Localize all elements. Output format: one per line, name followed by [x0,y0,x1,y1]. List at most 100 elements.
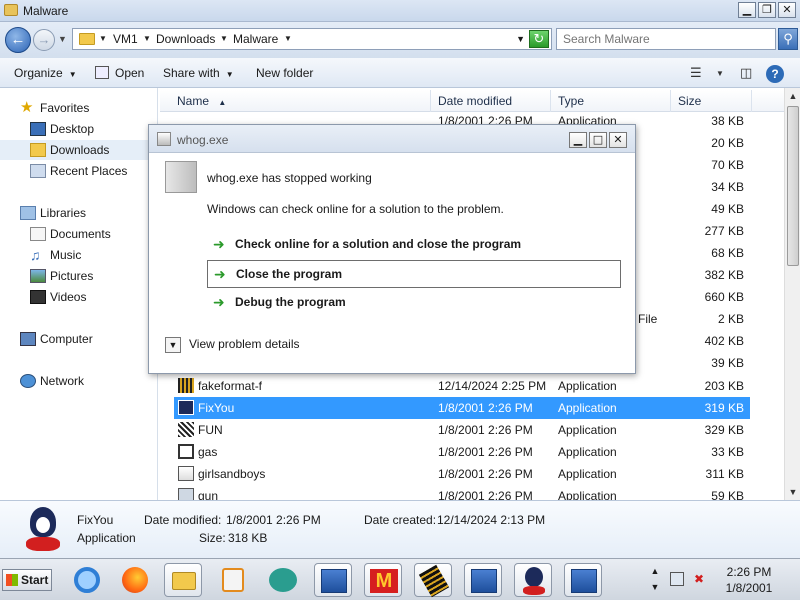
start-button[interactable]: Start [2,569,52,591]
maximize-button[interactable]: ❐ [758,2,776,18]
debug-program-option[interactable]: ➜ Debug the program [207,289,621,317]
close-button[interactable]: ✕ [778,2,796,18]
fixyou-taskbar-icon[interactable] [514,563,552,597]
nav-computer[interactable]: Computer [20,329,156,349]
file-size: 382 KB [704,268,744,282]
nav-documents[interactable]: Documents [30,224,156,244]
address-bar[interactable]: ▼ VM1 ▼ Downloads ▼ Malware ▼ ▼ ↻ [72,28,552,50]
close-program-option[interactable]: ➜ Close the program [207,260,621,288]
file-size: 311 KB [705,467,744,481]
mcdonalds-icon[interactable]: M [364,563,402,597]
chip-icon[interactable] [414,563,452,598]
scrollbar-thumb[interactable] [787,106,799,266]
address-history-dropdown[interactable]: ▼ [516,34,525,44]
chevron-right-icon[interactable]: ▼ [143,34,151,43]
app-icon-teal[interactable] [264,563,302,597]
volume-muted-icon[interactable]: ✖ [694,572,708,586]
nav-desktop[interactable]: Desktop [30,119,156,139]
nav-music[interactable]: ♫ Music [30,245,156,265]
dialog-close-button[interactable]: ✕ [609,132,627,148]
search-input[interactable] [557,29,747,49]
nav-downloads[interactable]: Downloads [0,140,156,160]
back-button[interactable]: ← [5,27,31,53]
table-row[interactable]: FUN 1/8/2001 2:26 PM Application 329 KB [174,419,750,441]
view-problem-details-toggle[interactable]: ▼ View problem details [165,337,300,353]
column-header-name[interactable]: Name ▲ [171,90,431,112]
minimize-button[interactable]: ▁ [738,2,756,18]
organize-button[interactable]: Organize ▼ [14,66,77,80]
chevron-right-icon[interactable]: ▼ [220,34,228,43]
forward-button[interactable]: → [33,29,55,51]
application-icon [178,466,194,481]
breadcrumb-malware[interactable]: Malware [233,32,278,46]
file-date: 1/8/2001 2:26 PM [438,467,533,481]
start-label: Start [21,573,49,587]
table-row[interactable]: gas 1/8/2001 2:26 PM Application 33 KB [174,441,750,463]
organize-label: Organize [14,66,63,80]
internet-explorer-icon[interactable] [68,563,106,597]
breadcrumb-vm1[interactable]: VM1 [113,32,138,46]
file-type: Application [558,379,617,393]
file-size: 203 KB [704,379,744,393]
table-row[interactable]: gun 1/8/2001 2:26 PM Application 59 KB [174,485,750,500]
network-tray-icon[interactable] [670,572,684,586]
documents-icon [30,227,46,241]
downloads-folder-icon [30,143,46,157]
column-header-size[interactable]: Size [672,90,752,112]
column-header-date-modified[interactable]: Date modified [432,90,551,112]
nav-libraries[interactable]: Libraries [20,203,156,223]
chevron-down-icon[interactable]: ▼ [716,69,724,78]
nav-recent-places[interactable]: Recent Places [30,161,156,181]
chevron-right-icon[interactable]: ▼ [99,34,107,43]
open-button[interactable]: Open [115,66,144,80]
nav-videos[interactable]: Videos [30,287,156,307]
view-options-icon[interactable]: ☰ [690,65,702,81]
search-icon[interactable]: ⚲ [778,28,798,50]
dialog-maximize-button[interactable]: □ [589,132,607,148]
search-box[interactable] [556,28,776,50]
error-dialog: whog.exe ▁ □ ✕ whog.exe has stopped work… [148,124,636,374]
navigation-bar: ← → ▼ ▼ VM1 ▼ Downloads ▼ Malware ▼ ▼ ↻ … [0,22,800,58]
file-type: Application [558,467,617,481]
vertical-scrollbar[interactable]: ▲ ▼ [784,88,800,500]
media-player-icon[interactable] [214,563,252,597]
scroll-up-button[interactable]: ▲ [785,88,800,104]
file-size: 70 KB [711,158,744,172]
nav-favorites[interactable]: ★ Favorites [20,98,156,118]
scroll-down-button[interactable]: ▼ [785,484,800,500]
application-icon [178,444,194,459]
file-size: 329 KB [704,423,744,437]
file-type: Application [558,445,617,459]
tray-scroll-buttons[interactable]: ▲ ▼ [648,563,662,597]
new-folder-button[interactable]: New folder [256,66,313,80]
app-icon-warning[interactable] [314,563,352,597]
table-row[interactable]: girlsandboys 1/8/2001 2:26 PM Applicatio… [174,463,750,485]
table-row[interactable]: fakeformat-f 12/14/2024 2:25 PM Applicat… [174,375,750,397]
chevron-down-icon[interactable]: ▼ [284,34,292,43]
windows-explorer-icon[interactable] [164,563,202,597]
dialog-heading: whog.exe has stopped working [207,171,372,185]
system-clock[interactable]: 2:26 PM 1/8/2001 [718,564,780,596]
file-type: Application [558,489,617,500]
details-date-created-label: Date created: [364,513,437,527]
share-with-button[interactable]: Share with ▼ [163,66,234,80]
table-row-selected[interactable]: FixYou 1/8/2001 2:26 PM Application 319 … [174,397,750,419]
firefox-icon[interactable] [116,563,154,597]
nav-pictures[interactable]: Pictures [30,266,156,286]
recent-pages-dropdown[interactable]: ▼ [58,34,67,44]
help-icon[interactable]: ? [766,65,784,83]
network-icon [20,374,36,388]
file-size: 39 KB [711,356,744,370]
preview-pane-icon[interactable]: ◫ [740,65,752,81]
app-icon-warning[interactable] [464,563,502,597]
videos-icon [30,290,46,304]
nav-network[interactable]: Network [20,371,156,391]
column-header-type[interactable]: Type [552,90,671,112]
dialog-minimize-button[interactable]: ▁ [569,132,587,148]
details-date-modified: 1/8/2001 2:26 PM [226,513,321,527]
breadcrumb-downloads[interactable]: Downloads [156,32,215,46]
check-online-option[interactable]: ➜ Check online for a solution and close … [207,231,621,259]
app-icon-warning[interactable] [564,563,602,597]
file-name: gas [198,445,218,459]
refresh-button[interactable]: ↻ [529,30,549,48]
